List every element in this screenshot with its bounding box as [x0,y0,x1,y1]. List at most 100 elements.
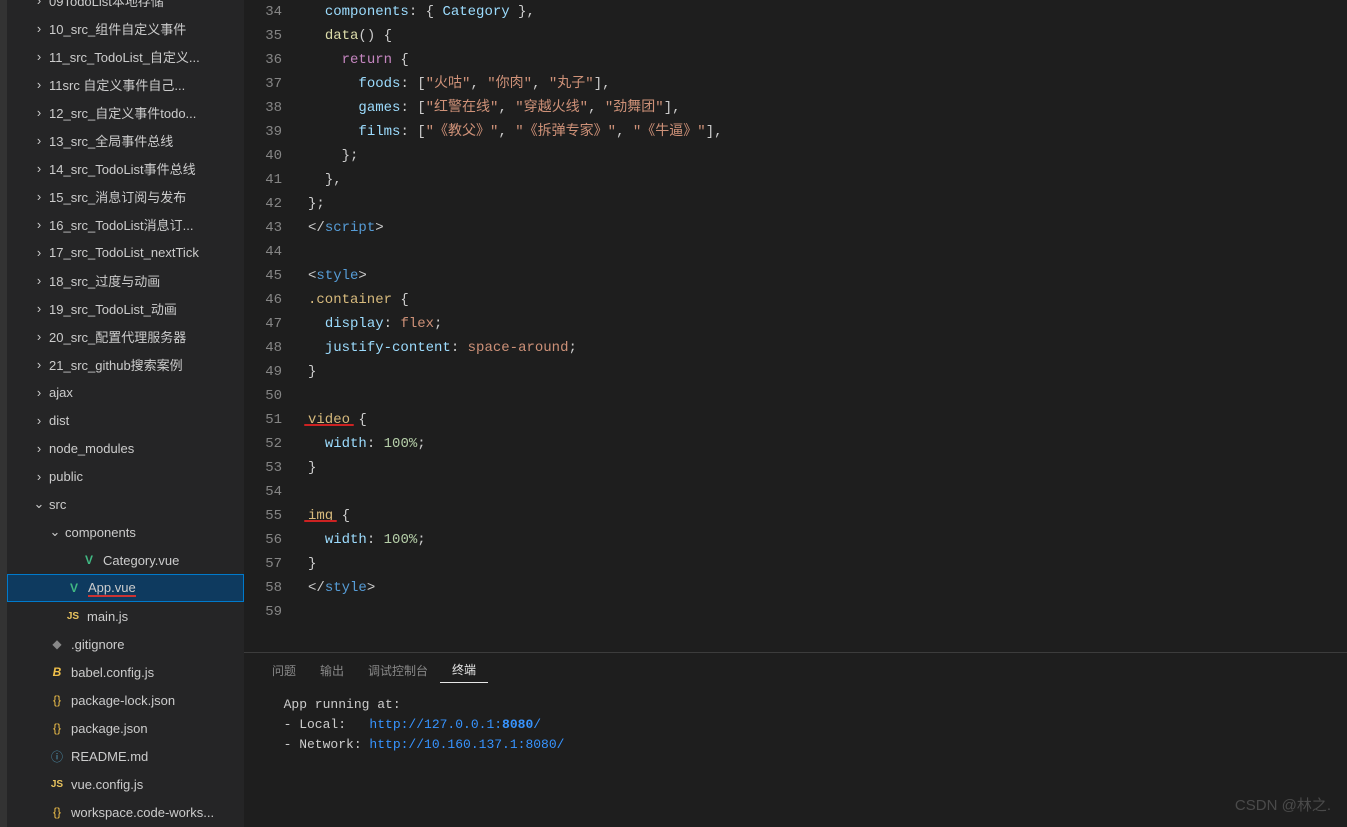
folder-item[interactable]: ›dist [7,406,244,434]
code-line[interactable]: <style> [308,264,1347,288]
file-item[interactable]: Bbabel.config.js [7,658,244,686]
folder-item[interactable]: ›11_src_TodoList_自定义... [7,42,244,70]
code-line[interactable]: width: 100%; [308,432,1347,456]
panel-tab[interactable]: 调试控制台 [356,658,440,683]
chevron-right-icon: › [31,412,47,428]
folder-item[interactable]: ›09TodoList本地存储 [7,0,244,14]
line-number: 57 [244,552,282,576]
file-item[interactable]: V App.vue [7,574,244,602]
code-line[interactable]: data() { [308,24,1347,48]
file-item[interactable]: JSmain.js [7,602,244,630]
code-line[interactable]: games: ["红警在线", "穿越火线", "劲舞团"], [308,96,1347,120]
code-line[interactable] [308,240,1347,264]
line-number: 40 [244,144,282,168]
code-line[interactable]: .container { [308,288,1347,312]
line-number: 38 [244,96,282,120]
code-line[interactable]: </script> [308,216,1347,240]
line-number: 52 [244,432,282,456]
code-line[interactable]: </style> [308,576,1347,600]
file-label: ajax [49,385,73,400]
folder-item[interactable]: ›16_src_TodoList消息订... [7,210,244,238]
chevron-right-icon: › [31,384,47,400]
file-label: 20_src_配置代理服务器 [49,327,186,346]
line-number: 49 [244,360,282,384]
panel-tab[interactable]: 问题 [260,658,308,683]
folder-item[interactable]: ›10_src_组件自定义事件 [7,14,244,42]
chevron-right-icon: › [31,272,47,288]
folder-item[interactable]: ›19_src_TodoList_动画 [7,294,244,322]
code-line[interactable]: img { [308,504,1347,528]
line-number: 46 [244,288,282,312]
terminal-output[interactable]: App running at: - Local: http://127.0.0.… [244,687,1347,827]
panel-tabs[interactable]: 问题输出调试控制台终端 [244,653,1347,687]
folder-item[interactable]: ›12_src_自定义事件todo... [7,98,244,126]
folder-item[interactable]: ›public [7,462,244,490]
folder-item[interactable]: ›21_src_github搜索案例 [7,350,244,378]
line-number: 51 [244,408,282,432]
file-item[interactable]: {}package-lock.json [7,686,244,714]
file-item[interactable]: JSvue.config.js [7,770,244,798]
code-line[interactable]: justify-content: space-around; [308,336,1347,360]
folder-item[interactable]: ⌄src [7,490,244,518]
code-line[interactable]: display: flex; [308,312,1347,336]
code-line[interactable]: }, [308,168,1347,192]
network-url[interactable]: http://10.160.137.1:8080/ [369,737,564,752]
code-line[interactable]: } [308,552,1347,576]
line-number: 37 [244,72,282,96]
folder-item[interactable]: ›node_modules [7,434,244,462]
code-line[interactable] [308,480,1347,504]
folder-item[interactable]: ›ajax [7,378,244,406]
code-line[interactable]: return { [308,48,1347,72]
file-item[interactable]: {}package.json [7,714,244,742]
code-editor[interactable]: 3435363738394041424344454647484950515253… [244,0,1347,652]
file-label: public [49,469,83,484]
chevron-right-icon: › [31,244,47,260]
file-explorer[interactable]: ›09TodoList本地存储›10_src_组件自定义事件›11_src_To… [7,0,244,827]
file-label: 12_src_自定义事件todo... [49,103,196,122]
folder-item[interactable]: ›15_src_消息订阅与发布 [7,182,244,210]
code-line[interactable]: width: 100%; [308,528,1347,552]
folder-item[interactable]: ›14_src_TodoList事件总线 [7,154,244,182]
chevron-down-icon: ⌄ [47,524,63,540]
file-item[interactable]: ⓘREADME.md [7,742,244,770]
code-line[interactable]: } [308,456,1347,480]
file-item[interactable]: ◆.gitignore [7,630,244,658]
code-line[interactable] [308,600,1347,624]
line-number: 58 [244,576,282,600]
line-number: 39 [244,120,282,144]
folder-item[interactable]: ›18_src_过度与动画 [7,266,244,294]
file-label: App.vue [88,580,136,597]
code-line[interactable]: } [308,360,1347,384]
code-line[interactable]: }; [308,192,1347,216]
chevron-right-icon: › [31,188,47,204]
chevron-right-icon: › [31,216,47,232]
panel-tab[interactable]: 终端 [440,657,488,683]
folder-item[interactable]: ⌄components [7,518,244,546]
folder-item[interactable]: ›17_src_TodoList_nextTick [7,238,244,266]
line-number: 35 [244,24,282,48]
folder-item[interactable]: ›13_src_全局事件总线 [7,126,244,154]
vue-icon: V [66,580,82,596]
folder-item[interactable]: ›20_src_配置代理服务器 [7,322,244,350]
line-number: 59 [244,600,282,624]
code-line[interactable]: components: { Category }, [308,0,1347,24]
file-label: babel.config.js [71,665,154,680]
json-icon: {} [49,692,65,708]
line-number: 48 [244,336,282,360]
file-item[interactable]: {}workspace.code-works... [7,798,244,826]
code-content[interactable]: components: { Category }, data() { retur… [300,0,1347,652]
panel-tab[interactable]: 输出 [308,658,356,683]
code-line[interactable]: }; [308,144,1347,168]
file-label: 09TodoList本地存储 [49,0,164,10]
js-icon: JS [65,608,81,624]
file-label: dist [49,413,69,428]
line-number: 36 [244,48,282,72]
code-line[interactable]: video { [308,408,1347,432]
code-line[interactable]: films: ["《教父》", "《拆弹专家》", "《牛逼》"], [308,120,1347,144]
code-line[interactable]: foods: ["火咕", "你肉", "丸子"], [308,72,1347,96]
file-item[interactable]: VCategory.vue [7,546,244,574]
file-label: 13_src_全局事件总线 [49,131,173,150]
folder-item[interactable]: ›11src 自定义事件自己... [7,70,244,98]
local-url[interactable]: http://127.0.0.1:8080/ [369,717,541,732]
code-line[interactable] [308,384,1347,408]
